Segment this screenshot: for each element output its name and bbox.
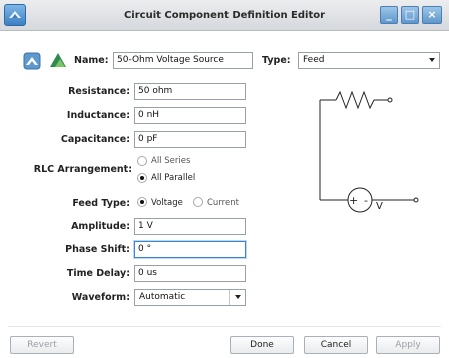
waveform-select-value: Automatic bbox=[139, 292, 186, 302]
resistance-label: Resistance: bbox=[68, 86, 130, 97]
amplitude-label: Amplitude: bbox=[71, 221, 130, 232]
rlc-all-series-radio[interactable] bbox=[137, 156, 147, 166]
type-select[interactable]: Feed bbox=[298, 52, 440, 69]
title-bar: Circuit Component Definition Editor _ □ … bbox=[0, 0, 449, 31]
cancel-button[interactable]: Cancel bbox=[304, 336, 368, 354]
footer-divider bbox=[8, 326, 441, 327]
name-field[interactable]: 50-Ohm Voltage Source bbox=[113, 52, 253, 69]
waveform-label: Waveform: bbox=[71, 292, 130, 303]
component-icon[interactable] bbox=[23, 52, 41, 70]
inductance-field[interactable]: 0 nH bbox=[134, 107, 246, 124]
inductance-label: Inductance: bbox=[66, 110, 130, 121]
rlc-arrangement-label: RLC Arrangement: bbox=[33, 164, 132, 175]
done-button[interactable]: Done bbox=[230, 336, 294, 354]
voltage-symbol-text: V bbox=[376, 201, 383, 212]
type-select-value: Feed bbox=[303, 55, 325, 65]
phase-shift-field[interactable]: 0 ° bbox=[134, 241, 246, 258]
feed-type-voltage-radio[interactable] bbox=[137, 197, 147, 207]
feed-type-voltage-label: Voltage bbox=[151, 198, 183, 208]
type-label: Type: bbox=[262, 55, 291, 66]
time-delay-label: Time Delay: bbox=[66, 268, 130, 279]
feed-type-current-radio[interactable] bbox=[193, 197, 203, 207]
resistance-field[interactable]: 50 ohm bbox=[134, 83, 246, 100]
amplitude-field[interactable]: 1 V bbox=[134, 218, 246, 235]
bottom-terminal-dot bbox=[413, 197, 419, 203]
waveform-select[interactable]: Automatic bbox=[134, 289, 246, 306]
chevron-down-icon bbox=[429, 58, 435, 62]
name-label: Name: bbox=[74, 55, 109, 66]
source-plus-text: + bbox=[349, 194, 358, 207]
close-button[interactable]: × bbox=[422, 6, 442, 24]
revert-button[interactable]: Revert bbox=[10, 336, 74, 354]
phase-shift-label: Phase Shift: bbox=[65, 244, 130, 255]
rlc-all-series-label: All Series bbox=[151, 156, 191, 166]
rlc-all-parallel-label: All Parallel bbox=[151, 173, 196, 183]
minimize-button[interactable]: _ bbox=[380, 6, 398, 24]
circuit-schematic: + - V bbox=[319, 90, 419, 213]
feed-type-current-label: Current bbox=[207, 198, 239, 208]
maximize-button[interactable]: □ bbox=[401, 6, 419, 24]
waveform-select-divider bbox=[229, 290, 230, 305]
source-minus-text: - bbox=[364, 194, 368, 207]
chevron-down-icon bbox=[235, 295, 241, 299]
capacitance-field[interactable]: 0 pF bbox=[134, 131, 246, 148]
rlc-all-parallel-radio[interactable] bbox=[137, 173, 147, 183]
feed-type-label: Feed Type: bbox=[72, 198, 130, 209]
feed-logo-icon bbox=[49, 51, 67, 69]
resistor-zigzag bbox=[335, 90, 375, 110]
top-terminal-dot bbox=[387, 97, 393, 103]
time-delay-field[interactable]: 0 us bbox=[134, 265, 246, 282]
apply-button[interactable]: Apply bbox=[376, 336, 440, 354]
capacitance-label: Capacitance: bbox=[60, 134, 130, 145]
